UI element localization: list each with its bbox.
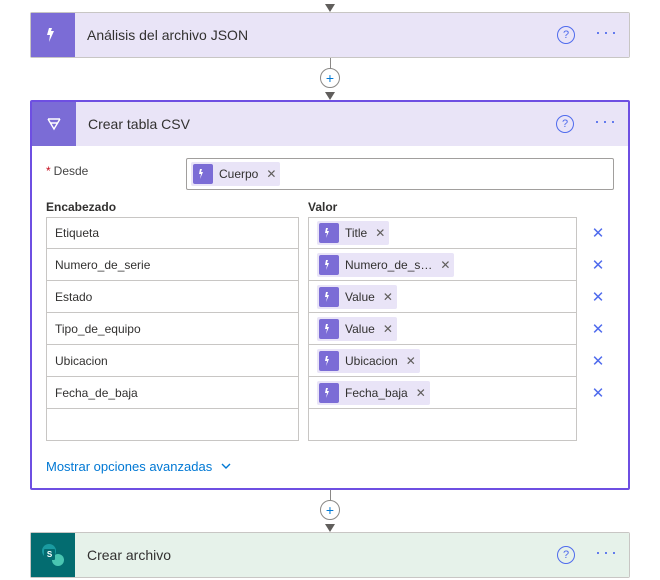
value-input[interactable]: Numero_de_s… ✕ [308, 249, 577, 281]
token-label: Cuerpo [219, 167, 258, 181]
token[interactable]: Numero_de_s… ✕ [317, 253, 454, 277]
column-header-valor: Valor [308, 200, 614, 214]
token-icon [319, 255, 339, 275]
token-icon [319, 383, 339, 403]
connector-arrow-icon [325, 524, 335, 532]
row-delete-button[interactable]: ✕ [586, 281, 610, 313]
token-icon [319, 223, 339, 243]
token-label: Ubicacion [345, 354, 398, 368]
token-label: Value [345, 322, 375, 336]
action-menu-button[interactable]: ··· [593, 541, 621, 569]
action-menu-button[interactable]: ··· [593, 21, 621, 49]
value-input[interactable]: Ubicacion ✕ [308, 345, 577, 377]
value-input[interactable]: Fecha_baja ✕ [308, 377, 577, 409]
header-input[interactable]: Tipo_de_equipo [46, 313, 299, 345]
help-button[interactable]: ? [556, 115, 574, 133]
token-label: Title [345, 226, 367, 240]
token-remove-icon[interactable]: ✕ [383, 290, 393, 304]
value-input[interactable]: Value ✕ [308, 313, 577, 345]
header-input[interactable]: Etiqueta [46, 217, 299, 249]
add-action-button[interactable]: + [320, 68, 340, 88]
token-label: Numero_de_s… [345, 258, 432, 272]
token-label: Fecha_baja [345, 386, 408, 400]
action-header[interactable]: Crear tabla CSV ? ··· [32, 102, 628, 146]
column-header-encabezado: Encabezado [46, 200, 308, 214]
from-input[interactable]: Cuerpo ✕ [186, 158, 614, 190]
action-title: Crear tabla CSV [88, 116, 544, 132]
action-card-parse-json[interactable]: Análisis del archivo JSON ? ··· [30, 12, 630, 58]
header-input[interactable]: Numero_de_serie [46, 249, 299, 281]
connector-arrow-icon [325, 4, 335, 12]
token[interactable]: Ubicacion ✕ [317, 349, 420, 373]
action-title: Análisis del archivo JSON [87, 27, 545, 43]
token-remove-icon[interactable]: ✕ [383, 322, 393, 336]
token-remove-icon[interactable]: ✕ [375, 226, 385, 240]
token-label: Value [345, 290, 375, 304]
token-remove-icon[interactable]: ✕ [266, 167, 276, 181]
token-icon [319, 351, 339, 371]
value-input[interactable]: Title ✕ [308, 217, 577, 249]
row-delete-button[interactable]: ✕ [586, 249, 610, 281]
row-delete-button[interactable]: ✕ [586, 345, 610, 377]
token-remove-icon[interactable]: ✕ [440, 258, 450, 272]
header-input[interactable]: Fecha_de_baja [46, 377, 299, 409]
token[interactable]: Value ✕ [317, 317, 397, 341]
token-cuerpo[interactable]: Cuerpo ✕ [191, 162, 280, 186]
row-delete-button[interactable]: ✕ [586, 217, 610, 249]
token-remove-icon[interactable]: ✕ [416, 386, 426, 400]
header-input-empty[interactable] [46, 409, 299, 441]
token[interactable]: Fecha_baja ✕ [317, 381, 430, 405]
action-card-create-file[interactable]: S Crear archivo ? ··· [30, 532, 630, 578]
header-input[interactable]: Ubicacion [46, 345, 299, 377]
add-action-button[interactable]: + [320, 500, 340, 520]
token-remove-icon[interactable]: ✕ [406, 354, 416, 368]
token-icon [193, 164, 213, 184]
token[interactable]: Title ✕ [317, 221, 389, 245]
header-input[interactable]: Estado [46, 281, 299, 313]
show-advanced-options-link[interactable]: Mostrar opciones avanzadas [46, 459, 614, 474]
from-label: *Desde [46, 158, 186, 178]
data-ops-icon [31, 13, 75, 57]
help-button[interactable]: ? [557, 26, 575, 44]
action-card-create-csv: Crear tabla CSV ? ··· *Desde Cuerpo ✕ [30, 100, 630, 490]
token-icon [319, 319, 339, 339]
sharepoint-icon: S [31, 533, 75, 577]
row-delete-button[interactable]: ✕ [586, 377, 610, 409]
help-button[interactable]: ? [557, 546, 575, 564]
data-ops-icon [32, 102, 76, 146]
connector-arrow-icon [325, 92, 335, 100]
token-icon [319, 287, 339, 307]
row-delete-placeholder [586, 409, 610, 441]
chevron-down-icon [220, 460, 232, 472]
value-input-empty[interactable] [308, 409, 577, 441]
token[interactable]: Value ✕ [317, 285, 397, 309]
action-title: Crear archivo [87, 547, 545, 563]
row-delete-button[interactable]: ✕ [586, 313, 610, 345]
value-input[interactable]: Value ✕ [308, 281, 577, 313]
action-menu-button[interactable]: ··· [592, 110, 620, 138]
